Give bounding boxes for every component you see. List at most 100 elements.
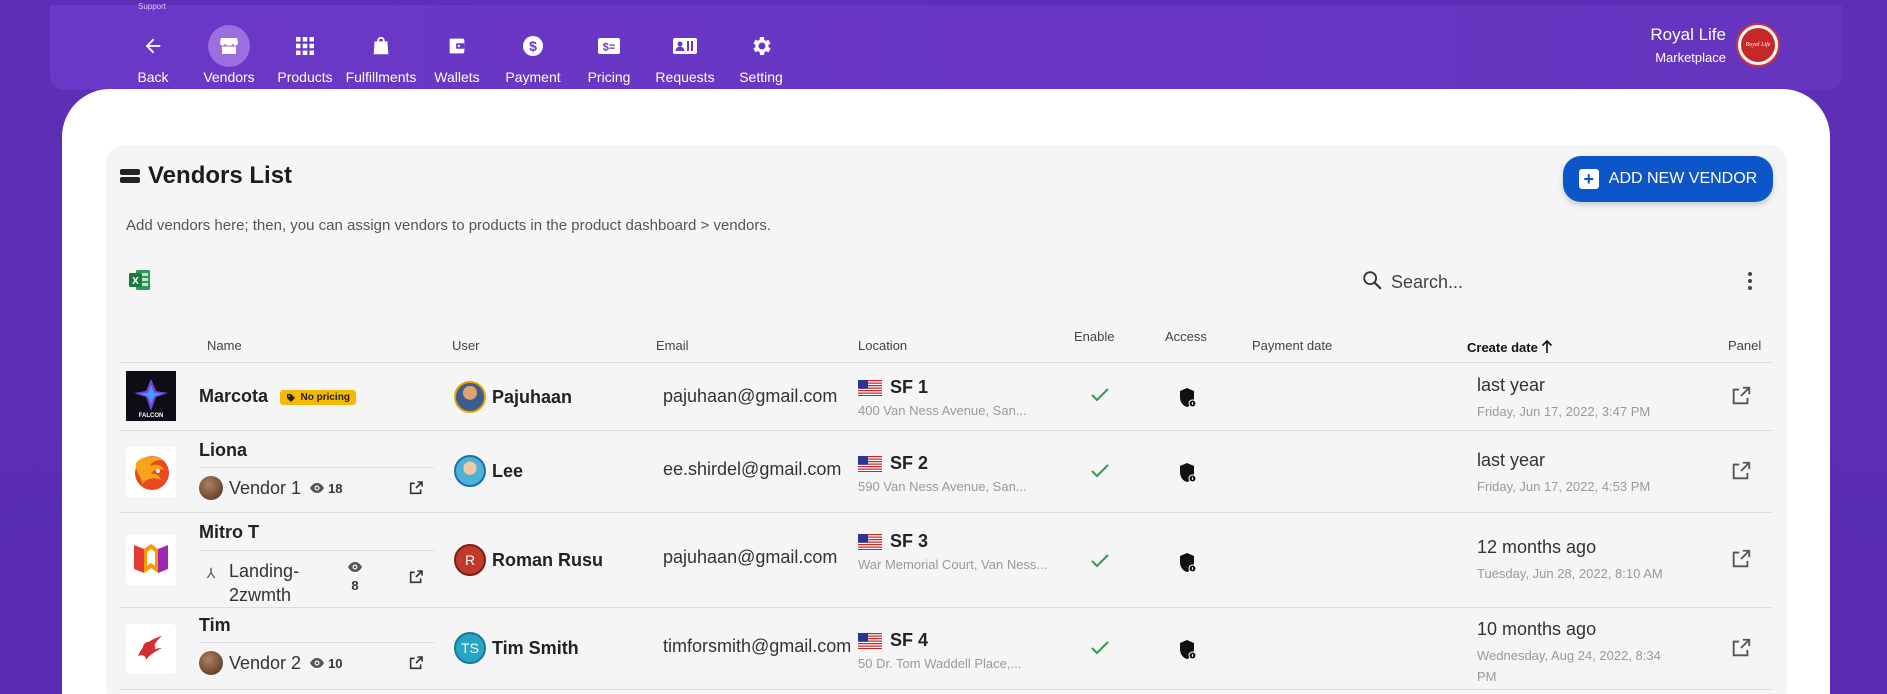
header-access[interactable]: Access xyxy=(1165,329,1207,344)
svg-text:X: X xyxy=(132,276,139,287)
location-address: 400 Van Ness Avenue, San... xyxy=(858,403,1027,418)
search-input[interactable] xyxy=(1391,272,1551,293)
sub-vendor[interactable]: Vendor 1 18 xyxy=(199,467,434,500)
access-shield-icon[interactable] xyxy=(1178,462,1198,489)
table-row[interactable]: Liona Vendor 1 18 Lee ee.shirdel@gmail.c… xyxy=(120,431,1773,513)
nav-vendors[interactable]: Vendors xyxy=(191,25,267,85)
table-row[interactable]: Tim Vendor 2 10 TS Tim Smith timforsmith… xyxy=(120,608,1773,690)
us-flag-icon xyxy=(858,533,882,550)
nav-wallets[interactable]: Wallets xyxy=(419,25,495,85)
excel-export-icon[interactable]: X xyxy=(128,268,152,297)
gear-icon xyxy=(740,25,782,67)
add-vendor-button[interactable]: + ADD NEW VENDOR xyxy=(1563,156,1773,202)
vendor-name[interactable]: Mitro T xyxy=(199,522,259,543)
sort-ascending-icon xyxy=(1542,339,1553,353)
header-create-date-label: Create date xyxy=(1467,340,1538,355)
nav-setting[interactable]: Setting xyxy=(723,25,799,85)
create-date-absolute: Friday, Jun 17, 2022, 4:53 PM xyxy=(1477,479,1651,494)
external-link-icon[interactable] xyxy=(408,569,424,590)
nav-label: Back xyxy=(137,69,169,85)
enabled-check-icon[interactable] xyxy=(1090,463,1110,484)
nav-back[interactable]: Back xyxy=(115,25,191,85)
nav-products[interactable]: Products xyxy=(267,25,343,85)
badge-label: No pricing xyxy=(300,392,350,404)
create-date-cell: 10 months ago Wednesday, Aug 24, 2022, 8… xyxy=(1477,619,1677,688)
header-user[interactable]: User xyxy=(452,338,479,353)
brand: Royal Life Marketplace Royal Life xyxy=(1650,23,1780,67)
vendor-name[interactable]: Tim xyxy=(199,615,231,636)
user-avatar: R xyxy=(454,544,486,576)
create-date-relative: 10 months ago xyxy=(1477,619,1597,639)
nav-label: Vendors xyxy=(203,69,255,85)
table-header: Name User Email Location Enable Access P… xyxy=(120,323,1773,363)
sub-vendor-name: Landing-2zwmth xyxy=(229,561,300,606)
views-value: 10 xyxy=(328,655,343,671)
eye-icon xyxy=(348,562,362,572)
us-flag-icon xyxy=(858,632,882,649)
header-create-date[interactable]: Create date xyxy=(1467,338,1553,355)
support-label: Support xyxy=(138,2,167,11)
sub-vendor[interactable]: ⅄ Landing-2zwmth 8 xyxy=(199,550,434,608)
sub-vendor-avatar xyxy=(199,651,223,675)
table-row[interactable]: Mitro T ⅄ Landing-2zwmth 8 R Roman Rusu … xyxy=(120,513,1773,608)
vendor-name[interactable]: Marcota xyxy=(199,386,268,406)
views-count: 10 xyxy=(309,655,343,671)
svg-text:$=: $= xyxy=(603,42,616,54)
more-options-icon[interactable] xyxy=(1746,271,1754,296)
nav-fulfillments[interactable]: Fulfillments xyxy=(343,25,419,85)
enabled-check-icon[interactable] xyxy=(1090,387,1110,408)
create-date-relative: 12 months ago xyxy=(1477,537,1597,557)
tag-icon xyxy=(287,393,296,402)
top-navigation-bar: Support Back Vendors Products Fulfillmen… xyxy=(50,2,1842,90)
external-link-icon[interactable] xyxy=(408,655,424,676)
header-location[interactable]: Location xyxy=(858,338,907,353)
location-cell: SF 4 50 Dr. Tom Waddell Place,... xyxy=(858,630,1048,674)
nav-label: Wallets xyxy=(434,69,480,85)
open-panel-icon[interactable] xyxy=(1730,460,1752,487)
email: pajuhaan@gmail.com xyxy=(663,386,838,406)
nav-label: Setting xyxy=(739,69,783,85)
sub-vendor-avatar xyxy=(199,476,223,500)
no-pricing-badge: No pricing xyxy=(280,390,356,406)
page-title-text: Vendors List xyxy=(148,162,293,189)
enabled-check-icon[interactable] xyxy=(1090,640,1110,661)
nav-label: Requests xyxy=(655,69,715,85)
header-panel[interactable]: Panel xyxy=(1728,338,1761,353)
user-cell: R Roman Rusu xyxy=(454,544,603,576)
header-name[interactable]: Name xyxy=(207,338,242,353)
create-date-absolute: Wednesday, Aug 24, 2022, 8:34 PM xyxy=(1477,648,1661,684)
access-shield-icon[interactable] xyxy=(1178,552,1198,579)
nav-label: Pricing xyxy=(587,69,631,85)
email: timforsmith@gmail.com xyxy=(663,636,852,656)
back-arrow-icon xyxy=(132,25,174,67)
nav-payment[interactable]: $ Payment xyxy=(495,25,571,85)
external-link-icon[interactable] xyxy=(408,480,424,501)
header-email[interactable]: Email xyxy=(656,338,689,353)
vendor-name[interactable]: Liona xyxy=(199,440,247,461)
table-row[interactable]: FALCON Marcota No pricing Pajuhaan pajuh… xyxy=(120,363,1773,431)
wallet-icon xyxy=(436,25,478,67)
us-flag-icon xyxy=(858,379,882,396)
open-panel-icon[interactable] xyxy=(1730,385,1752,412)
header-enable[interactable]: Enable xyxy=(1074,329,1114,344)
open-panel-icon[interactable] xyxy=(1730,548,1752,575)
enabled-check-icon[interactable] xyxy=(1090,553,1110,574)
nav-pricing[interactable]: $= Pricing xyxy=(571,25,647,85)
open-panel-icon[interactable] xyxy=(1730,637,1752,664)
header-payment-date[interactable]: Payment date xyxy=(1252,338,1332,353)
sub-vendor[interactable]: Vendor 2 10 xyxy=(199,642,434,675)
vendors-table-body: FALCON Marcota No pricing Pajuhaan pajuh… xyxy=(120,363,1773,690)
nav-requests[interactable]: Requests xyxy=(647,25,723,85)
nav-label: Products xyxy=(277,69,333,85)
location-name: SF 1 xyxy=(890,377,929,397)
requests-icon xyxy=(664,25,706,67)
create-date-relative: last year xyxy=(1477,450,1546,470)
brand-logo[interactable]: Royal Life xyxy=(1736,23,1780,67)
page-title: Vendors List xyxy=(120,162,292,190)
brand-logo-text: Royal Life xyxy=(1741,28,1775,62)
access-shield-icon[interactable] xyxy=(1178,387,1198,414)
views-count: 8 xyxy=(347,561,363,593)
sub-vendor-name: Vendor 2 xyxy=(229,652,302,673)
access-shield-icon[interactable] xyxy=(1178,639,1198,666)
add-vendor-label: ADD NEW VENDOR xyxy=(1608,170,1758,187)
